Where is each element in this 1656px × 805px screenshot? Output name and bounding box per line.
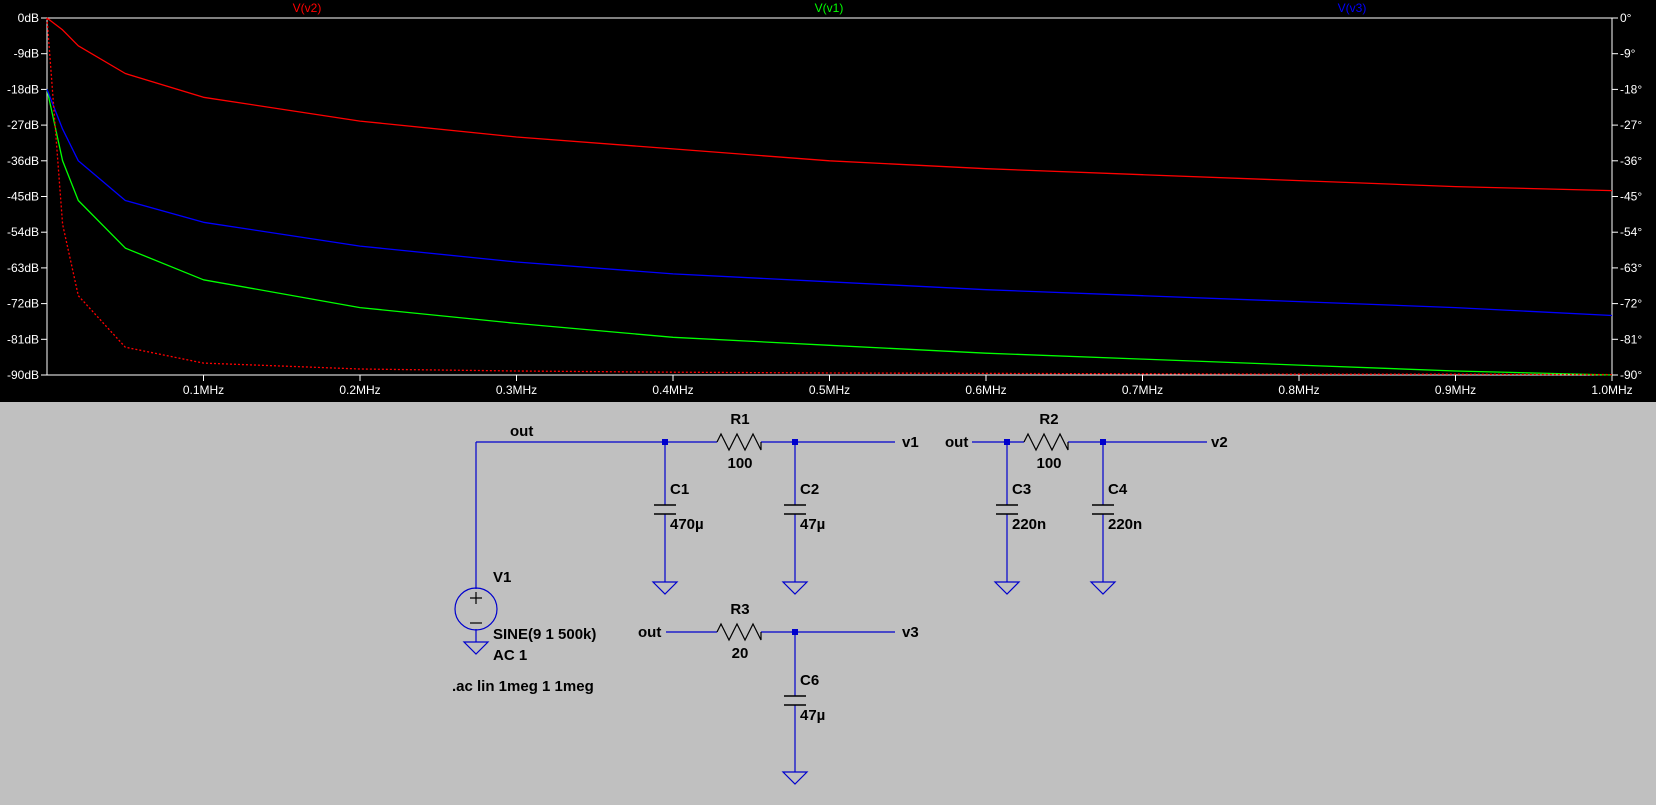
junction-dot: [1004, 439, 1010, 445]
y2-tick-label: 0°: [1620, 11, 1632, 25]
y-axis-left: 0dB -9dB -18dB -27dB -36dB -45dB -54dB -63dB -72…: [7, 11, 47, 382]
x-tick-label: 0.4MHz: [652, 383, 693, 397]
v1-name[interactable]: V1: [493, 569, 511, 586]
y-tick-label: -72dB: [7, 297, 39, 311]
schematic-editor[interactable]: out v1 out v2 out v3 R1 100 R2 100 R3 20…: [0, 402, 1656, 805]
trace-vv2-magnitude[interactable]: [46, 17, 1613, 192]
ground-symbol-c2: [781, 581, 809, 595]
r1-name[interactable]: R1: [730, 411, 749, 428]
y-axis-right: 0° -9° -18° -27° -36° -45° -54° -63° -72° -81° -90…: [1612, 11, 1642, 382]
ground-symbol-c4: [1089, 581, 1117, 595]
c1-value[interactable]: 470µ: [670, 516, 704, 533]
c3-value[interactable]: 220n: [1012, 516, 1046, 533]
c4-name[interactable]: C4: [1108, 481, 1128, 498]
net-label-v2[interactable]: v2: [1211, 434, 1228, 451]
r3-value[interactable]: 20: [732, 645, 749, 662]
y2-tick-label: -81°: [1620, 332, 1642, 346]
ground-symbol-c6: [781, 771, 809, 785]
net-label-v1[interactable]: v1: [902, 434, 919, 451]
trace-label-v2[interactable]: V(v2): [293, 1, 322, 15]
capacitor-c6[interactable]: [784, 695, 806, 706]
resistor-r2[interactable]: [1023, 432, 1069, 452]
resistor-r3[interactable]: [716, 622, 762, 642]
r2-name[interactable]: R2: [1039, 411, 1058, 428]
r1-value[interactable]: 100: [727, 455, 752, 472]
y-tick-label: -9dB: [14, 47, 39, 61]
trace-label-v1[interactable]: V(v1): [815, 1, 844, 15]
x-tick-label: 0.8MHz: [1278, 383, 1319, 397]
trace-vv3-magnitude[interactable]: [46, 89, 1613, 317]
r3-name[interactable]: R3: [730, 601, 749, 618]
v1-value[interactable]: SINE(9 1 500k): [493, 626, 596, 643]
y-tick-label: 0dB: [18, 11, 39, 25]
ground-symbol-c1: [651, 581, 679, 595]
y-tick-label: -81dB: [7, 332, 39, 346]
waveform-plot[interactable]: V(v2) V(v1) V(v3) 0dB -9dB -18dB -27dB -36dB…: [0, 0, 1656, 402]
c3-name[interactable]: C3: [1012, 481, 1031, 498]
x-tick-label: 0.1MHz: [183, 383, 224, 397]
ground-symbol-v1: [462, 641, 490, 655]
y-tick-label: -54dB: [7, 225, 39, 239]
x-tick-label: 0.2MHz: [339, 383, 380, 397]
y2-tick-label: -72°: [1620, 297, 1642, 311]
junction-dot: [1100, 439, 1106, 445]
c6-value[interactable]: 47µ: [800, 707, 825, 724]
c1-name[interactable]: C1: [670, 481, 689, 498]
y2-tick-label: -63°: [1620, 261, 1642, 275]
y2-tick-label: -27°: [1620, 118, 1642, 132]
c4-value[interactable]: 220n: [1108, 516, 1142, 533]
y2-tick-label: -54°: [1620, 225, 1642, 239]
x-axis: 0.1MHz 0.2MHz 0.3MHz 0.4MHz 0.5MHz 0.6MHz 0.7M…: [183, 375, 1633, 397]
spice-directive[interactable]: .ac lin 1meg 1 1meg: [452, 678, 594, 695]
r2-value[interactable]: 100: [1036, 455, 1061, 472]
trace-label-v3[interactable]: V(v3): [1338, 1, 1367, 15]
capacitor-c1[interactable]: [654, 504, 676, 515]
net-label-out[interactable]: out: [510, 423, 533, 440]
y-tick-label: -90dB: [7, 368, 39, 382]
trace-vv1-magnitude[interactable]: [46, 89, 1613, 376]
waveform-plot-pane[interactable]: V(v2) V(v1) V(v3) 0dB -9dB -18dB -27dB -36dB…: [0, 0, 1656, 402]
net-label-out[interactable]: out: [638, 624, 661, 641]
y-tick-label: -45dB: [7, 190, 39, 204]
x-tick-label: 0.7MHz: [1122, 383, 1163, 397]
net-label-v3[interactable]: v3: [902, 624, 919, 641]
trace-vv2-phase[interactable]: [46, 17, 1613, 376]
y2-tick-label: -36°: [1620, 154, 1642, 168]
plot-frame: [46, 17, 1613, 376]
x-tick-label: 1.0MHz: [1591, 383, 1632, 397]
trace-group: [46, 17, 1613, 376]
ground-symbol-c3: [993, 581, 1021, 595]
y2-tick-label: -18°: [1620, 82, 1642, 96]
capacitor-c2[interactable]: [784, 504, 806, 515]
c2-name[interactable]: C2: [800, 481, 819, 498]
y-tick-label: -18dB: [7, 82, 39, 96]
capacitor-c3[interactable]: [996, 504, 1018, 515]
c2-value[interactable]: 47µ: [800, 516, 825, 533]
c6-name[interactable]: C6: [800, 672, 819, 689]
junction-dot: [792, 439, 798, 445]
x-tick-label: 0.5MHz: [809, 383, 850, 397]
y-tick-label: -63dB: [7, 261, 39, 275]
capacitor-c4[interactable]: [1092, 504, 1114, 515]
junction-dot: [662, 439, 668, 445]
v1-ac-value[interactable]: AC 1: [493, 647, 527, 664]
x-tick-label: 0.3MHz: [496, 383, 537, 397]
y-tick-label: -36dB: [7, 154, 39, 168]
resistor-r1[interactable]: [716, 432, 762, 452]
schematic-canvas[interactable]: out v1 out v2 out v3 R1 100 R2 100 R3 20…: [0, 402, 1656, 805]
x-tick-label: 0.9MHz: [1435, 383, 1476, 397]
y2-tick-label: -45°: [1620, 190, 1642, 204]
y-tick-label: -27dB: [7, 118, 39, 132]
voltage-source-v1[interactable]: [454, 587, 498, 631]
wires: [475, 441, 1207, 772]
junction-dot: [792, 629, 798, 635]
x-tick-label: 0.6MHz: [965, 383, 1006, 397]
y2-tick-label: -90°: [1620, 368, 1642, 382]
y2-tick-label: -9°: [1620, 47, 1636, 61]
net-label-out[interactable]: out: [945, 434, 968, 451]
